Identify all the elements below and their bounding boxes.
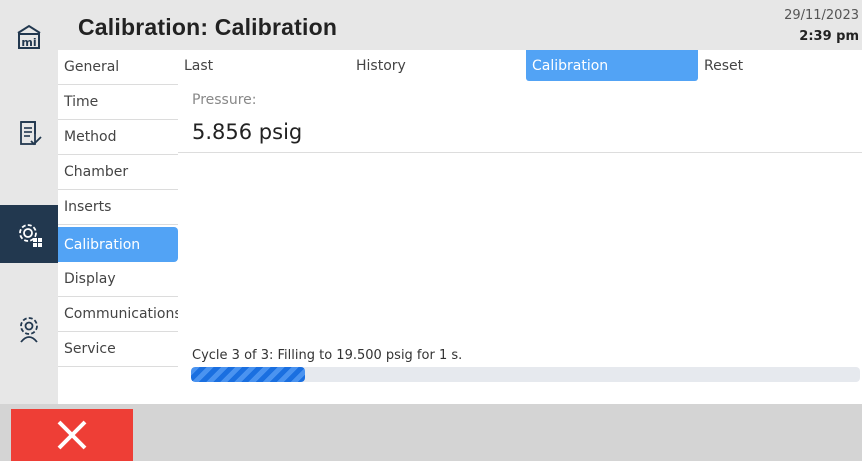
tab-last[interactable]: Last [178, 50, 350, 81]
left-rail: mi [0, 0, 58, 404]
tab-calibration[interactable]: Calibration [526, 50, 698, 81]
service-button[interactable] [0, 300, 58, 358]
pressure-value: 5.856 psig [192, 120, 303, 144]
header-bar: Calibration: Calibration 29/11/2023 2:39… [58, 0, 862, 50]
home-logo-text: mi [21, 36, 36, 49]
close-icon [57, 420, 87, 450]
page-title: Calibration: Calibration [78, 14, 338, 40]
home-button[interactable]: mi [0, 8, 58, 66]
submenu-item-chamber[interactable]: Chamber [58, 155, 178, 190]
configuration-gear-icon [19, 224, 42, 247]
cancel-button[interactable] [11, 409, 133, 461]
progress-fill [191, 367, 305, 382]
submenu-item-display[interactable]: Display [58, 262, 178, 297]
submenu-item-communications[interactable]: Communications [58, 297, 182, 332]
header-time: 2:39 pm [799, 29, 859, 44]
method-list-icon [20, 121, 42, 146]
pressure-label: Pressure: [192, 92, 257, 108]
method-button[interactable] [0, 104, 58, 162]
submenu-item-general[interactable]: General [58, 50, 178, 85]
calibration-progress-bar [191, 367, 860, 382]
main-panel: Last History Calibration Reset Pressure:… [178, 50, 862, 404]
service-settings-icon [20, 317, 38, 343]
header-date: 29/11/2023 [784, 8, 859, 23]
submenu-item-calibration[interactable]: Calibration [58, 227, 178, 262]
divider [178, 152, 862, 153]
submenu-item-method[interactable]: Method [58, 120, 178, 155]
calibration-status-text: Cycle 3 of 3: Filling to 19.500 psig for… [192, 348, 463, 363]
home-icon: mi [17, 24, 41, 49]
submenu-item-inserts[interactable]: Inserts [58, 190, 178, 225]
settings-submenu: General Time Method Chamber Inserts Cali… [58, 50, 182, 404]
submenu-item-service[interactable]: Service [58, 332, 178, 367]
tab-reset[interactable]: Reset [698, 50, 862, 81]
submenu-item-time[interactable]: Time [58, 85, 178, 120]
bottom-bar [0, 404, 862, 461]
tab-history[interactable]: History [350, 50, 522, 81]
configuration-button[interactable] [0, 205, 58, 263]
